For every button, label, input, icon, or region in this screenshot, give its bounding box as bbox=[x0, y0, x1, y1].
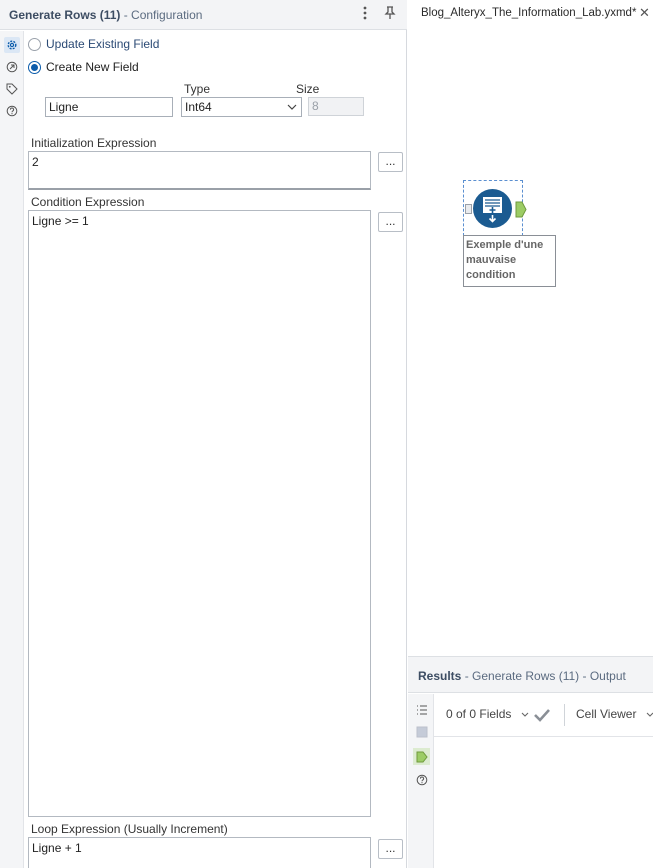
tag-icon[interactable] bbox=[4, 81, 20, 97]
help-icon[interactable] bbox=[4, 103, 20, 119]
loop-expression-builder-button[interactable]: ... bbox=[378, 839, 403, 859]
checkmark-icon[interactable] bbox=[533, 707, 551, 723]
more-options-icon[interactable] bbox=[357, 6, 373, 24]
results-panel: Results - Generate Rows (11) - Output 0 … bbox=[408, 656, 653, 868]
tool-annotation[interactable]: Exemple d'une mauvaise condition bbox=[463, 235, 556, 287]
chevron-down-icon bbox=[521, 712, 529, 717]
tool-title: Generate Rows (11) bbox=[9, 8, 121, 22]
document-tab-label: Blog_Alteryx_The_Information_Lab.yxmd* bbox=[421, 7, 637, 19]
configuration-subtitle: - Configuration bbox=[120, 8, 203, 22]
results-toolbar: 0 of 0 Fields Cell Viewer bbox=[434, 694, 653, 737]
annotation-icon[interactable] bbox=[4, 59, 20, 75]
results-title: Results - Generate Rows (11) - Output bbox=[418, 669, 626, 683]
configuration-title: Generate Rows (11) - Configuration bbox=[9, 8, 202, 22]
initialization-expression-text: 2 bbox=[32, 155, 39, 169]
toolbar-divider bbox=[564, 704, 565, 726]
metadata-icon[interactable] bbox=[414, 724, 430, 740]
results-side-rail bbox=[408, 694, 434, 868]
output-anchor-icon[interactable] bbox=[413, 748, 430, 765]
field-size-input: 8 bbox=[308, 97, 364, 116]
create-new-field-label: Create New Field bbox=[46, 60, 139, 74]
field-name-input[interactable] bbox=[45, 97, 173, 117]
loop-expression-text: Ligne + 1 bbox=[32, 841, 82, 855]
initialization-expression-editor[interactable]: 2 bbox=[28, 151, 371, 190]
workflow-canvas[interactable] bbox=[408, 0, 653, 656]
gear-icon[interactable] bbox=[4, 37, 20, 53]
size-column-label: Size bbox=[296, 82, 320, 96]
field-type-value: Int64 bbox=[185, 100, 212, 114]
condition-expression-label: Condition Expression bbox=[31, 195, 145, 209]
cell-viewer-label: Cell Viewer bbox=[576, 707, 637, 721]
fields-dropdown[interactable]: 0 of 0 Fields bbox=[446, 707, 529, 721]
chevron-down-icon bbox=[287, 104, 297, 110]
field-type-select[interactable]: Int64 bbox=[181, 97, 302, 117]
condition-expression-builder-button[interactable]: ... bbox=[378, 212, 403, 232]
results-header: Results - Generate Rows (11) - Output bbox=[408, 657, 653, 693]
configuration-panel: Generate Rows (11) - Configuration Updat… bbox=[0, 0, 407, 868]
type-column-label: Type bbox=[184, 82, 211, 96]
results-title-main: Results bbox=[418, 669, 462, 683]
update-existing-field-radio[interactable] bbox=[28, 37, 41, 51]
configuration-side-rail bbox=[0, 31, 24, 868]
list-icon[interactable] bbox=[414, 702, 430, 718]
create-new-field-option[interactable]: Create New Field bbox=[28, 60, 139, 74]
results-subtitle: - Generate Rows (11) - Output bbox=[461, 669, 626, 683]
generate-rows-icon[interactable] bbox=[473, 189, 512, 228]
condition-expression-editor[interactable]: Ligne >= 1 bbox=[28, 210, 371, 817]
output-anchor[interactable] bbox=[515, 201, 527, 218]
chevron-down-icon bbox=[646, 712, 653, 717]
help-icon[interactable] bbox=[414, 772, 430, 788]
close-icon[interactable]: ✕ bbox=[639, 5, 650, 21]
input-anchor[interactable] bbox=[465, 204, 472, 214]
pin-icon[interactable] bbox=[382, 6, 398, 24]
initialization-expression-builder-button[interactable]: ... bbox=[378, 152, 403, 172]
update-existing-field-option[interactable]: Update Existing Field bbox=[28, 37, 159, 51]
configuration-header: Generate Rows (11) - Configuration bbox=[0, 0, 407, 30]
condition-expression-text: Ligne >= 1 bbox=[32, 214, 89, 228]
document-tab[interactable]: Blog_Alteryx_The_Information_Lab.yxmd* ✕ bbox=[408, 0, 653, 28]
update-existing-field-label: Update Existing Field bbox=[46, 37, 160, 51]
fields-count-label: 0 of 0 Fields bbox=[446, 707, 512, 721]
loop-expression-editor[interactable]: Ligne + 1 bbox=[28, 837, 371, 868]
initialization-expression-label: Initialization Expression bbox=[31, 136, 157, 150]
cell-viewer-dropdown[interactable]: Cell Viewer bbox=[576, 707, 653, 721]
loop-expression-label: Loop Expression (Usually Increment) bbox=[31, 822, 228, 836]
create-new-field-radio[interactable] bbox=[28, 60, 41, 74]
